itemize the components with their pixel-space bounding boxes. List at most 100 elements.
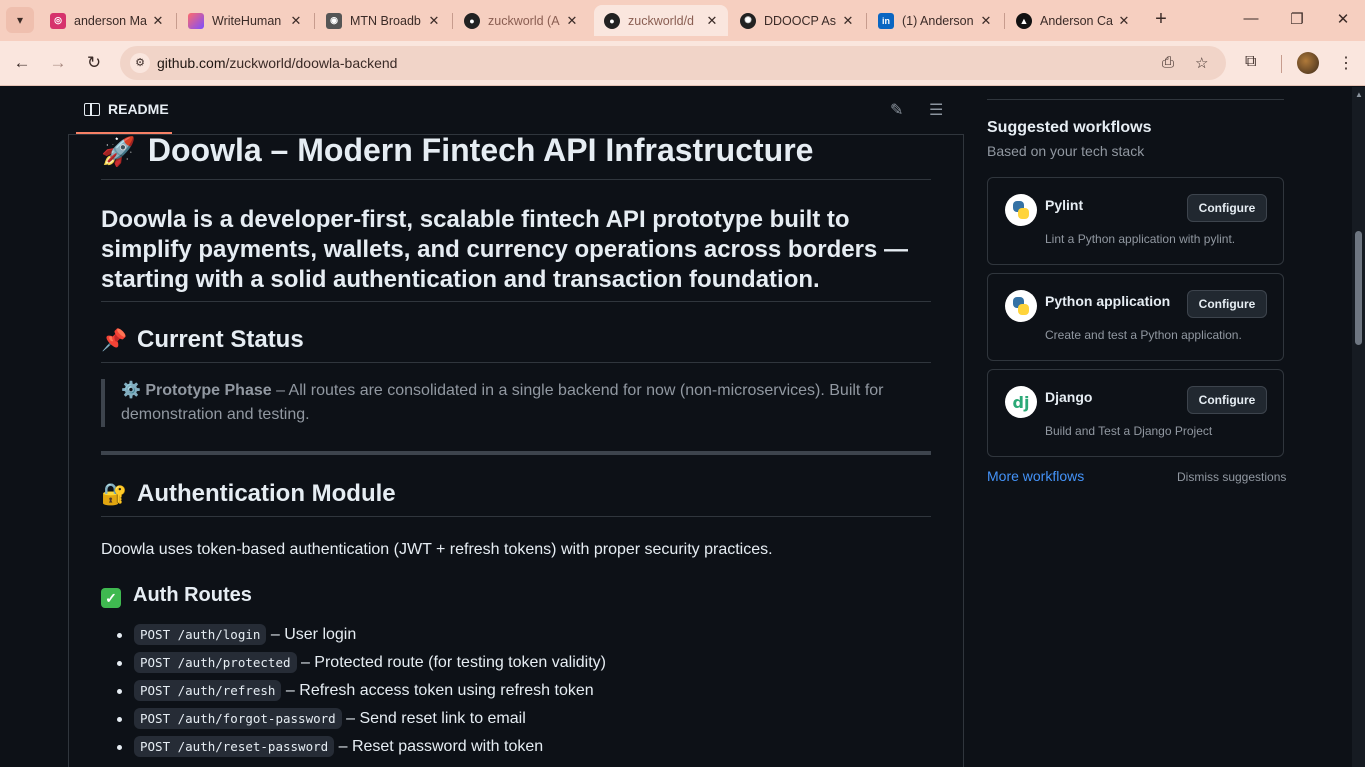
readme-title: 🚀 Doowla – Modern Fintech API Infrastruct… xyxy=(101,132,931,180)
list-item: POST /auth/protected – Protected route (… xyxy=(117,649,917,677)
browser-tab-7[interactable]: ▲ Anderson Ca ✕ xyxy=(1006,5,1140,36)
site-info-icon[interactable]: ⚙ xyxy=(130,53,150,73)
mtn-icon: ◉ xyxy=(326,12,342,29)
list-item: POST /auth/login – User login xyxy=(117,621,917,649)
django-icon: dj xyxy=(1005,386,1037,418)
tab-title: (1) Anderson xyxy=(902,13,974,28)
profile-avatar[interactable] xyxy=(1297,52,1319,74)
restore-icon[interactable]: ❐ xyxy=(1287,10,1307,28)
browser-tab-0[interactable]: ◎ anderson Ma ✕ xyxy=(40,5,174,36)
close-tab-icon[interactable]: ✕ xyxy=(1116,13,1132,29)
scrollbar-thumb[interactable] xyxy=(1355,231,1362,345)
suggested-workflows-subtitle: Based on your tech stack xyxy=(987,143,1145,159)
readme-tab-label: README xyxy=(108,101,169,117)
browser-tab-2[interactable]: ◉ MTN Broadb ✕ xyxy=(316,5,450,36)
workflow-desc: Lint a Python application with pylint. xyxy=(1045,232,1236,246)
tab-title: zuckworld (A xyxy=(488,13,560,28)
browser-tab-5[interactable]: ✺ DDOOCP As ✕ xyxy=(730,5,864,36)
close-window-icon[interactable]: ✕ xyxy=(1333,10,1353,28)
configure-button[interactable]: Configure xyxy=(1187,194,1267,222)
vercel-icon: ▲ xyxy=(1016,12,1032,29)
django-logo-text: dj xyxy=(1012,392,1030,412)
url-host: github.com xyxy=(157,55,226,71)
close-tab-icon[interactable]: ✕ xyxy=(564,13,580,29)
route-desc: – User login xyxy=(266,626,357,643)
tab-title: Anderson Ca xyxy=(1040,13,1113,28)
route-desc: – Refresh access token using refresh tok… xyxy=(281,682,594,699)
lock-icon: 🔐 xyxy=(101,483,128,506)
readme-lead: Doowla is a developer-first, scalable fi… xyxy=(101,205,931,302)
route-code: POST /auth/forgot-password xyxy=(134,708,342,729)
close-tab-icon[interactable]: ✕ xyxy=(150,13,166,29)
browser-menu-icon[interactable]: ⋮ xyxy=(1338,53,1354,73)
workflow-card-python-application: Python application Create and test a Pyt… xyxy=(987,273,1284,361)
browser-tab-1[interactable]: WriteHuman ✕ xyxy=(178,5,312,36)
auth-paragraph: Doowla uses token-based authentication (… xyxy=(101,541,773,558)
tab-title: zuckworld/d xyxy=(628,13,694,28)
list-item: POST /auth/reset-password – Reset passwo… xyxy=(117,733,917,761)
route-code: POST /auth/login xyxy=(134,624,267,645)
configure-button[interactable]: Configure xyxy=(1187,290,1267,318)
workflow-desc: Build and Test a Django Project xyxy=(1045,424,1213,438)
quote-bold: Prototype Phase xyxy=(145,382,272,399)
writehuman-icon xyxy=(188,12,204,29)
tab-search-chevron-icon[interactable]: ▾ xyxy=(6,7,34,33)
install-app-icon[interactable]: ⎙ xyxy=(1162,54,1174,71)
scroll-up-arrow-icon[interactable]: ▲ xyxy=(1355,90,1363,99)
auth-routes-list: POST /auth/login – User login POST /auth… xyxy=(117,621,917,761)
list-item: POST /auth/forgot-password – Send reset … xyxy=(117,705,917,733)
instagram-icon: ◎ xyxy=(50,12,66,29)
url-text[interactable]: github.com/zuckworld/doowla-backend xyxy=(157,55,397,71)
browser-tab-strip: ▾ ◎ anderson Ma ✕ WriteHuman ✕ ◉ MTN Bro… xyxy=(0,0,1365,41)
readme-tab[interactable]: README xyxy=(84,101,169,117)
close-tab-icon[interactable]: ✕ xyxy=(840,13,856,29)
close-tab-icon[interactable]: ✕ xyxy=(426,13,442,29)
close-tab-icon[interactable]: ✕ xyxy=(704,13,720,29)
reload-icon[interactable]: ↻ xyxy=(82,52,106,76)
python-icon xyxy=(1005,194,1037,226)
status-blockquote: ⚙️ Prototype Phase – All routes are cons… xyxy=(101,379,931,427)
close-tab-icon[interactable]: ✕ xyxy=(978,13,994,29)
github-icon: ● xyxy=(464,12,480,29)
dismiss-suggestions-link[interactable]: Dismiss suggestions xyxy=(1177,470,1286,484)
tab-title: anderson Ma xyxy=(74,13,147,28)
auth-heading-text: Authentication Module xyxy=(137,480,396,507)
minimize-icon[interactable]: — xyxy=(1241,10,1261,27)
close-tab-icon[interactable]: ✕ xyxy=(288,13,304,29)
browser-toolbar: ← → ↻ ⚙ github.com/zuckworld/doowla-back… xyxy=(0,41,1365,86)
workflow-name: Python application xyxy=(1045,293,1171,309)
tab-title: DDOOCP As xyxy=(764,13,837,28)
route-code: POST /auth/refresh xyxy=(134,680,282,701)
gear-icon: ⚙️ xyxy=(121,382,141,399)
browser-tab-6[interactable]: in (1) Anderson ✕ xyxy=(868,5,1002,36)
extensions-puzzle-icon[interactable]: ⧉ xyxy=(1245,53,1256,71)
status-heading: 📌 Current Status xyxy=(101,328,931,363)
check-mark-icon: ✓ xyxy=(101,588,121,608)
route-desc: – Reset password with token xyxy=(334,738,544,755)
browser-tab-3[interactable]: ● zuckworld (A ✕ xyxy=(454,5,588,36)
readme-header: README ✎ ☰ xyxy=(68,87,964,135)
browser-tab-4-active[interactable]: ● zuckworld/d ✕ xyxy=(594,5,728,36)
route-code: POST /auth/protected xyxy=(134,652,297,673)
bookmark-star-icon[interactable]: ☆ xyxy=(1195,54,1208,72)
outline-list-icon[interactable]: ☰ xyxy=(929,100,943,120)
github-page: README ✎ ☰ 🚀 Doowla – Modern Fintech API … xyxy=(0,87,1352,767)
route-desc: – Send reset link to email xyxy=(341,710,526,727)
url-path: /zuckworld/doowla-backend xyxy=(225,55,398,71)
back-arrow-icon[interactable]: ← xyxy=(10,52,34,76)
readme-title-text: Doowla – Modern Fintech API Infrastructu… xyxy=(147,132,814,168)
workflow-desc: Create and test a Python application. xyxy=(1045,328,1242,342)
workflow-name: Pylint xyxy=(1045,197,1084,213)
route-desc: – Protected route (for testing token val… xyxy=(296,654,606,671)
page-scrollbar[interactable]: ▲ xyxy=(1352,87,1365,767)
more-workflows-link[interactable]: More workflows xyxy=(987,468,1084,484)
workflow-name: Django xyxy=(1045,389,1093,405)
configure-button[interactable]: Configure xyxy=(1187,386,1267,414)
edit-pencil-icon[interactable]: ✎ xyxy=(890,100,903,120)
forward-arrow-icon[interactable]: → xyxy=(46,52,70,76)
pushpin-icon: 📌 xyxy=(101,329,128,352)
new-tab-plus-icon[interactable]: + xyxy=(1150,9,1172,31)
workflow-card-django: dj Django Build and Test a Django Projec… xyxy=(987,369,1284,457)
address-bar[interactable]: ⚙ github.com/zuckworld/doowla-backend ⎙ … xyxy=(120,46,1226,80)
horizontal-rule xyxy=(101,451,931,455)
